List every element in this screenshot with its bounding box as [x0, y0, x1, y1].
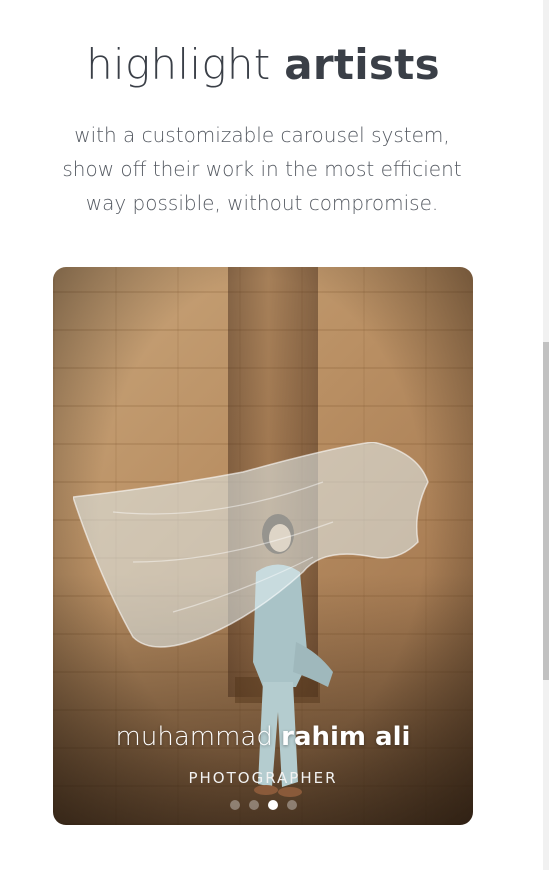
carousel-dot-4[interactable]: [286, 800, 297, 810]
carousel-pagination: [53, 800, 473, 810]
page-scrollbar[interactable]: [543, 0, 549, 870]
carousel-dot-3[interactable]: [267, 800, 278, 810]
carousel-dot-1[interactable]: [229, 800, 240, 810]
section-subtitle: with a customizable carousel system, sho…: [62, 123, 462, 215]
headline-light: highlight: [86, 40, 271, 89]
section-headline: highlight artists: [0, 40, 526, 89]
artist-role: PHOTOGRAPHER: [188, 769, 338, 787]
headline-bold: artists: [284, 40, 440, 89]
scrollbar-thumb[interactable]: [543, 342, 549, 680]
artist-last-name: rahim ali: [281, 722, 411, 752]
carousel-dot-2[interactable]: [248, 800, 259, 810]
page: highlight artists with a customizable ca…: [0, 0, 543, 870]
artist-carousel-card[interactable]: muhammad rahim ali PHOTOGRAPHER: [53, 267, 473, 825]
artist-first-name: muhammad: [115, 722, 273, 752]
artist-name: muhammad rahim ali: [53, 722, 473, 752]
photo-veil: [73, 442, 429, 648]
